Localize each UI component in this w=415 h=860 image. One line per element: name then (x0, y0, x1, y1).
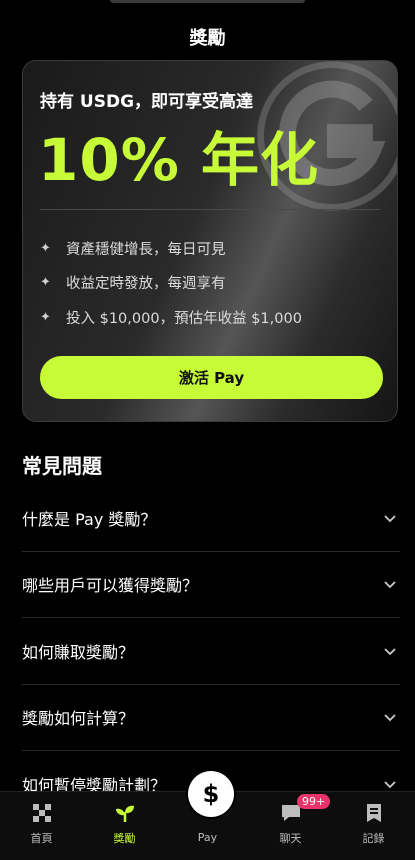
promo-headline: 10% 年化 (38, 126, 320, 194)
faq-title: 常見問題 (22, 454, 102, 478)
unread-badge: 99+ (297, 794, 331, 809)
divider (40, 209, 380, 210)
benefit-item: ✦ 收益定時發放，每週享有 (40, 266, 380, 301)
sparkle-icon: ✦ (40, 275, 51, 291)
faq-item[interactable]: 獎勵如何計算？ (22, 685, 400, 751)
rewards-sprout-icon (115, 805, 134, 822)
sparkle-icon: ✦ (40, 309, 51, 325)
faq-item[interactable]: 什麼是 Pay 獎勵？ (22, 485, 400, 552)
chevron-down-icon (384, 581, 396, 589)
nav-label: 記錄 (362, 832, 385, 845)
nav-chat[interactable]: 99+ 聊天 (249, 792, 332, 860)
benefits-list: ✦ 資產穩健增長，每日可見 ✦ 收益定時發放，每週享有 ✦ 投入 $10,000，預估… (40, 231, 380, 335)
records-icon (366, 804, 381, 822)
promo-card: 持有 USDG，即可享受高達 10% 年化 ✦ 資產穩健增長，每日可見 ✦ 收益定時… (22, 60, 398, 422)
nav-label: 獎勵 (113, 832, 136, 845)
faq-question: 如何賺取獎勵？ (22, 642, 135, 662)
benefit-text: 資產穩健增長，每日可見 (66, 241, 226, 258)
dollar-icon: $ (202, 780, 220, 808)
faq-question: 什麼是 Pay 獎勵？ (22, 509, 157, 529)
nav-records[interactable]: 記錄 (332, 792, 415, 860)
nav-label: 首頁 (30, 832, 53, 845)
benefit-item: ✦ 投入 $10,000，預估年收益 $1,000 (40, 300, 380, 335)
nav-home[interactable]: 首頁 (0, 792, 83, 860)
pay-button[interactable]: $ (188, 771, 234, 817)
faq-list: 什麼是 Pay 獎勵？ 哪些用戶可以獲得獎勵？ 如何賺取獎勵？ 獎勵如何計算？ … (22, 485, 400, 818)
chevron-down-icon (384, 648, 396, 656)
benefit-text: 投入 $10,000，預估年收益 $1,000 (66, 310, 302, 327)
chevron-down-icon (384, 714, 396, 722)
activate-pay-button[interactable]: 激活 Pay (40, 356, 383, 399)
nav-rewards[interactable]: 獎勵 (83, 792, 166, 860)
benefit-item: ✦ 資產穩健增長，每日可見 (40, 231, 380, 266)
benefit-text: 收益定時發放，每週享有 (66, 276, 226, 293)
home-icon (32, 804, 51, 822)
nav-label: Pay (197, 831, 218, 844)
faq-item[interactable]: 如何賺取獎勵？ (22, 618, 400, 685)
chevron-down-icon (384, 781, 396, 789)
chevron-down-icon (384, 515, 396, 523)
promo-subtitle: 持有 USDG，即可享受高達 (40, 92, 254, 112)
faq-item[interactable]: 哪些用戶可以獲得獎勵？ (22, 552, 400, 618)
faq-question: 哪些用戶可以獲得獎勵？ (22, 576, 199, 596)
sparkle-icon: ✦ (40, 240, 51, 256)
page-title: 獎勵 (189, 28, 226, 49)
top-handle (110, 0, 305, 3)
faq-question: 獎勵如何計算？ (22, 709, 135, 729)
nav-label: 聊天 (279, 832, 302, 845)
